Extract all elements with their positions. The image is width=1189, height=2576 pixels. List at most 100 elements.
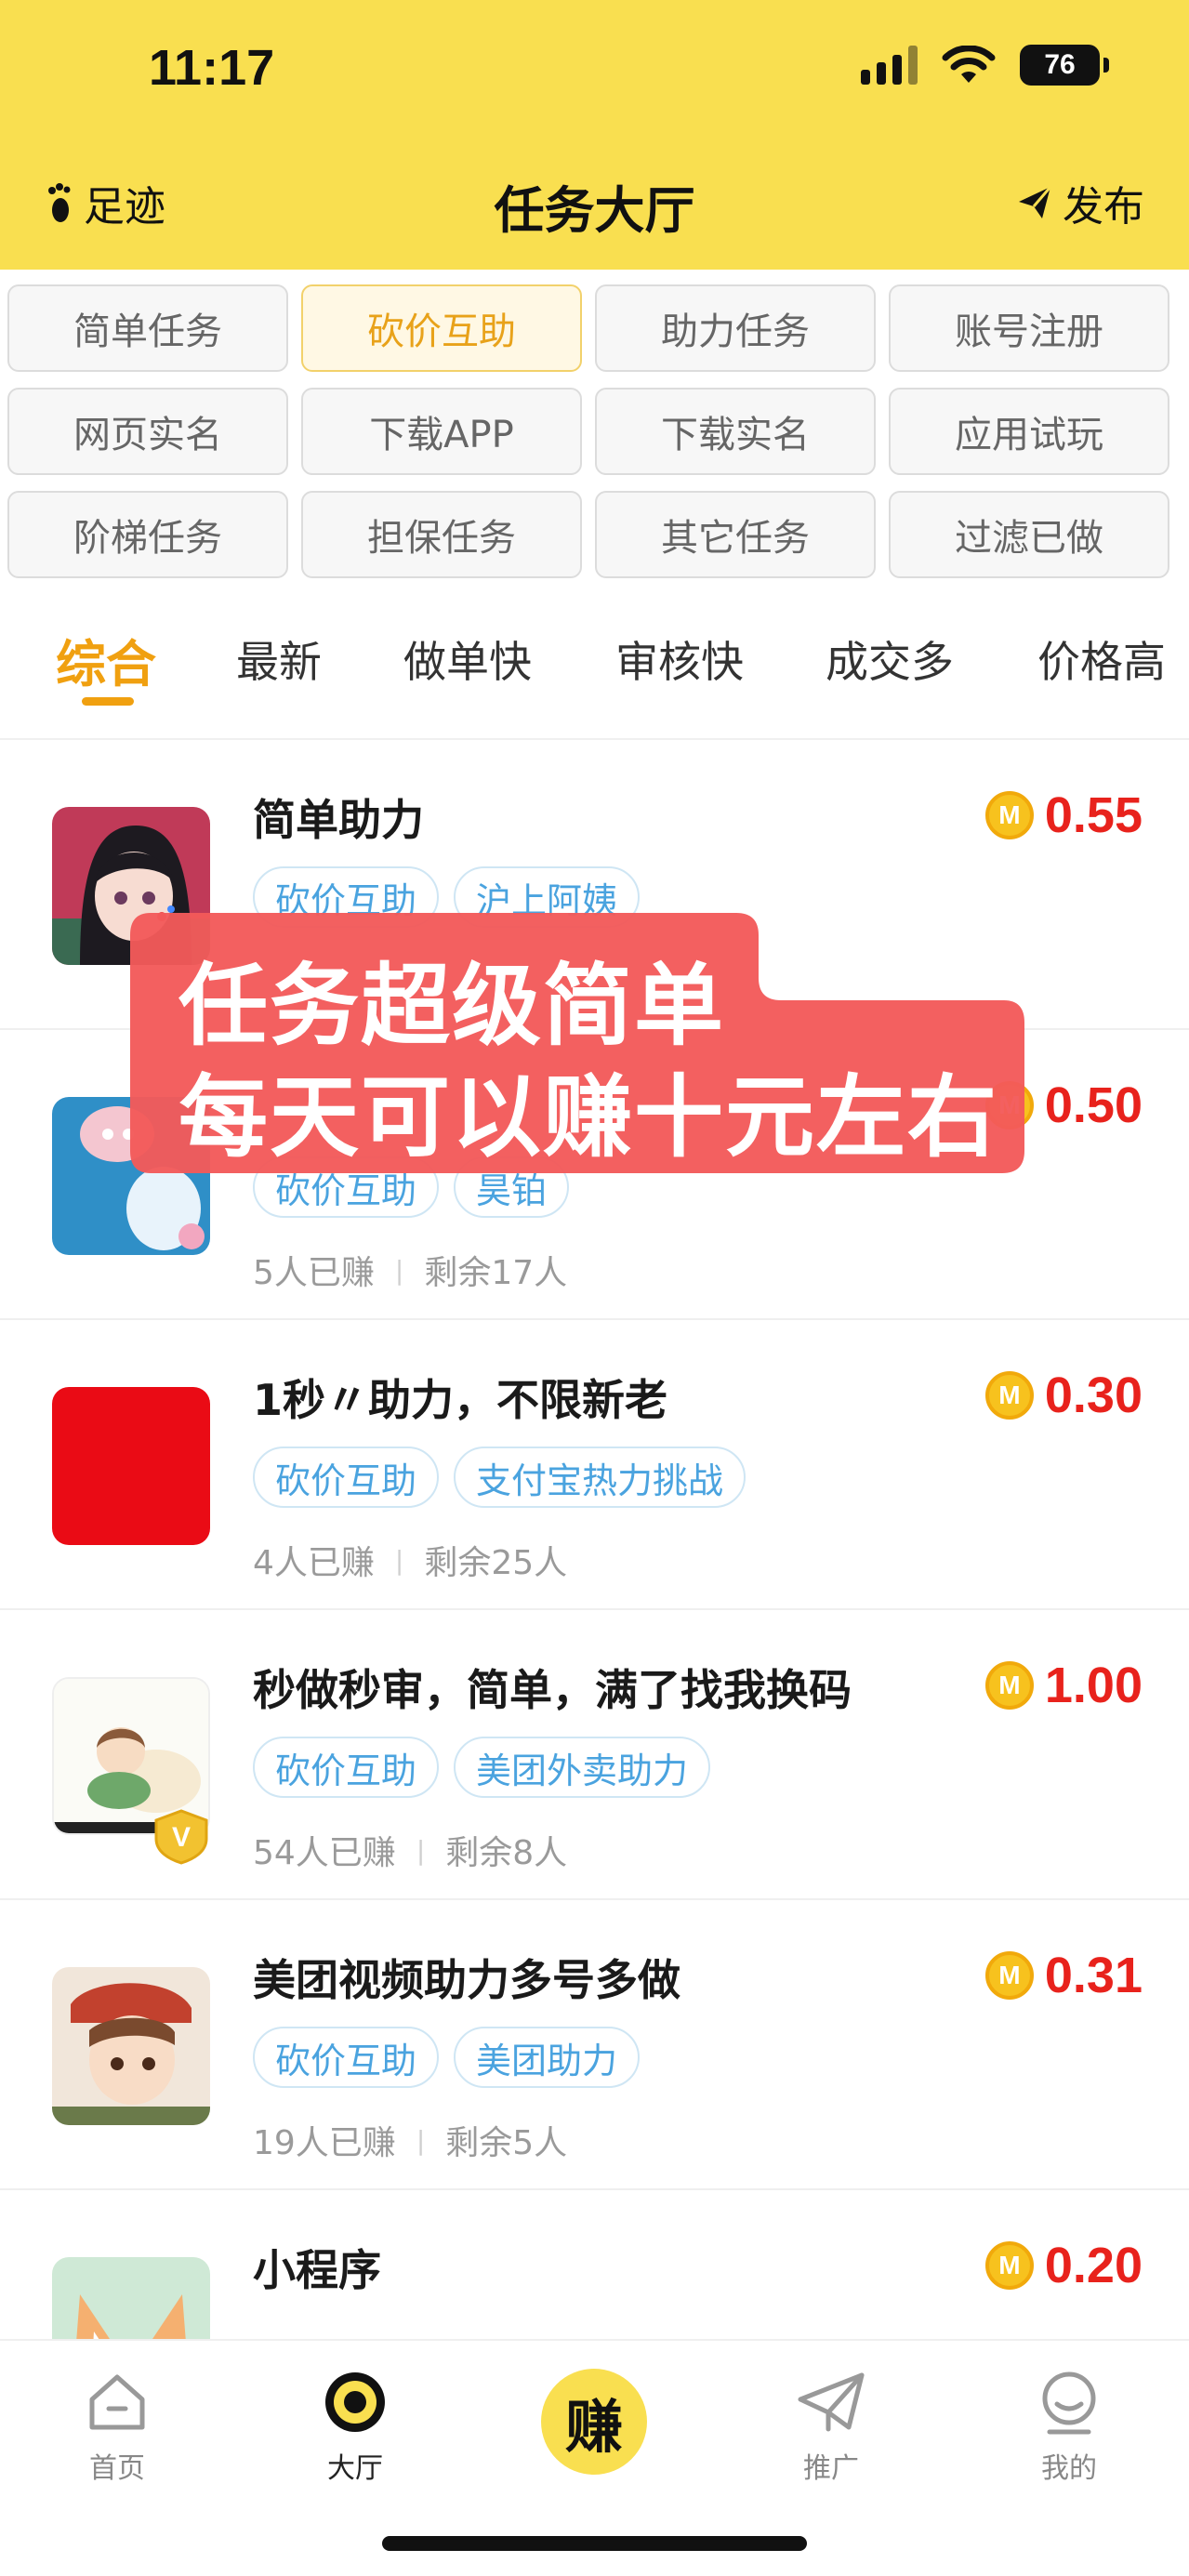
- tab-hall[interactable]: 大厅: [299, 2365, 411, 2486]
- task-title: 1秒〃助力，不限新老: [253, 1375, 668, 1425]
- coin-icon: M: [984, 1951, 1034, 2000]
- task-item[interactable]: 小程序 M 0.20: [0, 2190, 1189, 2339]
- price-value: 0.30: [1044, 1367, 1143, 1423]
- tab-label: 我的: [1041, 2452, 1097, 2485]
- task-stats: 19人已赚 | 剩余5人: [253, 2116, 567, 2164]
- coin-icon: M: [984, 791, 1034, 839]
- cellular-signal-icon: [861, 46, 918, 85]
- sort-tab-fast-order[interactable]: 做单快: [403, 628, 532, 690]
- category-web-verify[interactable]: 网页实名: [7, 388, 288, 475]
- price-value: 0.20: [1044, 2238, 1143, 2293]
- earned-count: 19人已赚: [253, 2124, 396, 2162]
- status-time: 11:17: [149, 40, 275, 96]
- remaining-count: 剩余8人: [445, 1834, 568, 1872]
- remaining-count: 剩余25人: [424, 1544, 568, 1582]
- home-indicator: [382, 2536, 807, 2551]
- earn-button[interactable]: 赚: [541, 2369, 647, 2475]
- earned-count: 4人已赚: [253, 1544, 375, 1582]
- category-download-verify[interactable]: 下载实名: [595, 388, 876, 475]
- page-title: 任务大厅: [494, 181, 695, 240]
- price-value: 0.55: [1044, 787, 1143, 843]
- hall-icon: [299, 2365, 411, 2439]
- category-filter-done[interactable]: 过滤已做: [889, 491, 1169, 578]
- task-price: M 0.30: [984, 1367, 1143, 1424]
- task-tags: 砍价互助 美团外卖助力: [253, 1737, 711, 1798]
- coin-icon: M: [984, 2241, 1034, 2290]
- task-tags: 砍价互助 支付宝热力挑战: [253, 1447, 746, 1508]
- task-price: M 1.00: [984, 1657, 1143, 1714]
- category-account-register[interactable]: 账号注册: [889, 284, 1169, 372]
- status-icons: 76: [861, 45, 1109, 86]
- task-tag: 美团助力: [454, 2027, 641, 2088]
- sort-tab-fast-review[interactable]: 审核快: [615, 628, 744, 690]
- sort-tab-highest-price[interactable]: 价格高: [1037, 628, 1166, 690]
- tab-label: 推广: [803, 2452, 859, 2485]
- task-tag: 支付宝热力挑战: [454, 1447, 746, 1508]
- promo-banner: 任务超级简单 每天可以赚十元左右: [130, 913, 1024, 1173]
- sort-tab-newest[interactable]: 最新: [236, 628, 322, 690]
- price-value: 1.00: [1044, 1658, 1143, 1713]
- task-item[interactable]: 美团视频助力多号多做 砍价互助 美团助力 19人已赚 | 剩余5人 M 0.31: [0, 1900, 1189, 2190]
- stats-separator: |: [416, 2124, 426, 2156]
- sort-tab-indicator: [82, 697, 134, 706]
- tab-label: 大厅: [327, 2452, 383, 2485]
- battery-icon: 76: [1020, 45, 1109, 86]
- home-icon: [61, 2365, 173, 2439]
- profile-icon: [1013, 2365, 1125, 2439]
- task-price: M 0.20: [984, 2237, 1143, 2294]
- task-title: 简单助力: [253, 795, 424, 845]
- sort-tab-most-deals[interactable]: 成交多: [826, 628, 954, 690]
- earned-count: 5人已赚: [253, 1254, 375, 1292]
- task-item[interactable]: V 秒做秒审，简单，满了找我换码 砍价互助 美团外卖助力 54人已赚 | 剩余8…: [0, 1610, 1189, 1900]
- task-tag: 砍价互助: [253, 1737, 440, 1798]
- tab-label: 首页: [89, 2452, 145, 2485]
- stats-separator: |: [394, 1544, 404, 1576]
- category-app-trial[interactable]: 应用试玩: [889, 388, 1169, 475]
- task-stats: 54人已赚 | 剩余8人: [253, 1826, 567, 1874]
- header: 11:17 76 足迹 任务大厅 发布: [0, 0, 1189, 270]
- task-title: 秒做秒审，简单，满了找我换码: [253, 1665, 852, 1715]
- publish-label: 发布: [1063, 183, 1144, 231]
- cartoon-animal-avatar: [52, 2257, 210, 2339]
- category-grid: 简单任务 砍价互助 助力任务 账号注册 网页实名 下载APP 下载实名 应用试玩…: [7, 284, 1182, 578]
- tab-promote[interactable]: 推广: [775, 2365, 887, 2486]
- wifi-icon: [942, 46, 996, 85]
- task-title: 美团视频助力多号多做: [253, 1955, 680, 2005]
- paper-plane-icon: [775, 2365, 887, 2439]
- category-bargain-help[interactable]: 砍价互助: [301, 284, 582, 372]
- promo-line-1: 任务超级简单: [178, 954, 725, 1058]
- stats-separator: |: [416, 1834, 426, 1866]
- tab-mine[interactable]: 我的: [1013, 2365, 1125, 2486]
- category-guarantee-task[interactable]: 担保任务: [301, 491, 582, 578]
- coin-icon: M: [984, 1661, 1034, 1710]
- task-stats: 4人已赚 | 剩余25人: [253, 1536, 567, 1584]
- task-tag: 美团外卖助力: [454, 1737, 711, 1798]
- send-icon: [1019, 186, 1052, 218]
- price-value: 0.31: [1044, 1948, 1143, 2003]
- red-square-avatar: [52, 1387, 210, 1545]
- task-title: 小程序: [253, 2245, 381, 2295]
- promo-line-2: 每天可以赚十元左右: [178, 1065, 998, 1169]
- coin-icon: M: [984, 1371, 1034, 1420]
- tab-home[interactable]: 首页: [61, 2365, 173, 2486]
- task-tags: 砍价互助 美团助力: [253, 2027, 641, 2088]
- saluting-boy-avatar: [52, 1967, 210, 2125]
- publish-button[interactable]: 发布: [1016, 173, 1144, 232]
- task-item[interactable]: 1秒〃助力，不限新老 砍价互助 支付宝热力挑战 4人已赚 | 剩余25人 M 0…: [0, 1320, 1189, 1610]
- remaining-count: 剩余5人: [445, 2124, 568, 2162]
- category-assist-task[interactable]: 助力任务: [595, 284, 876, 372]
- task-price: M 0.31: [984, 1947, 1143, 2004]
- category-ladder-task[interactable]: 阶梯任务: [7, 491, 288, 578]
- category-simple-task[interactable]: 简单任务: [7, 284, 288, 372]
- remaining-count: 剩余17人: [424, 1254, 568, 1292]
- sort-tabs: 综合 最新 做单快 审核快 成交多 价格高: [0, 623, 1189, 734]
- task-tag: 砍价互助: [253, 2027, 440, 2088]
- stats-separator: |: [394, 1254, 404, 1286]
- category-download-app[interactable]: 下载APP: [301, 388, 582, 475]
- earned-count: 54人已赚: [253, 1834, 396, 1872]
- category-other-task[interactable]: 其它任务: [595, 491, 876, 578]
- svg-text:V: V: [172, 1822, 191, 1853]
- sort-tab-overall[interactable]: 综合: [56, 623, 156, 696]
- task-stats: 5人已赚 | 剩余17人: [253, 1246, 567, 1294]
- task-price: M 0.55: [984, 786, 1143, 844]
